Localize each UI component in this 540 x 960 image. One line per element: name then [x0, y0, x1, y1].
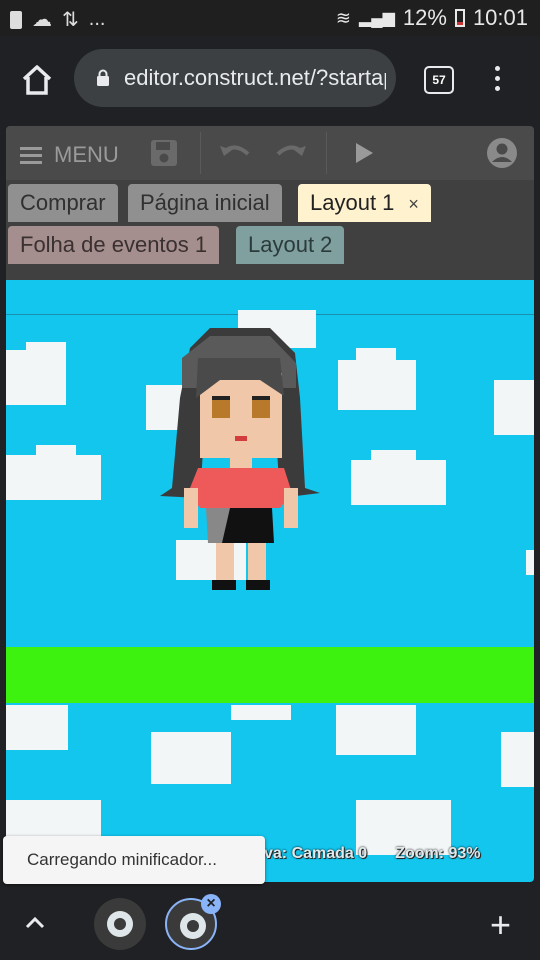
more-options-icon[interactable]: [492, 66, 502, 96]
tab-switcher-button[interactable]: 57: [424, 66, 454, 94]
character-sprite[interactable]: [160, 318, 320, 598]
cloud-icon: ☁: [32, 9, 52, 31]
toolbar-separator: [200, 132, 201, 174]
undo-icon[interactable]: [218, 140, 252, 166]
tab-comprar[interactable]: Comprar: [8, 184, 118, 222]
hotspot-icon: ⇅: [62, 9, 79, 31]
editor-toolbar: MENU: [6, 126, 534, 180]
construct-logo-icon: [180, 913, 206, 939]
close-tab-icon[interactable]: ×: [408, 194, 419, 214]
layout-canvas[interactable]: va: Camada 0 Zoom: 93%: [6, 280, 534, 882]
home-icon[interactable]: [20, 63, 54, 97]
layout-status-text: va: Camada 0 Zoom: 93%: [264, 845, 481, 863]
redo-icon[interactable]: [274, 140, 308, 166]
hamburger-icon: [20, 143, 42, 168]
signal-icon: ▂▄▆: [358, 10, 395, 27]
play-icon[interactable]: [352, 140, 376, 166]
address-bar[interactable]: editor.construct.net/?startapp: [74, 49, 396, 107]
construct-logo-icon: [107, 911, 133, 937]
url-text: editor.construct.net/?startapp: [124, 65, 386, 90]
document-tabs: Comprar Página inicial Layout 1 × Folha d…: [6, 180, 534, 268]
tab-strip: × +: [0, 890, 540, 960]
tab-layout-1[interactable]: Layout 1 ×: [298, 184, 431, 222]
clock: 10:01: [472, 5, 528, 30]
more-notifications: ...: [88, 8, 106, 30]
battery-percent: 12%: [402, 5, 447, 30]
tab-layout-2[interactable]: Layout 2: [236, 226, 345, 264]
status-bar: ☁ ⇅ ... ≋ ▂▄▆ 12% 10:01: [0, 0, 540, 36]
tab-thumbnail[interactable]: [94, 898, 146, 950]
alert-icon: [10, 10, 22, 29]
toolbar-separator: [326, 132, 327, 174]
new-tab-icon[interactable]: +: [490, 904, 511, 946]
menu-button[interactable]: MENU: [20, 142, 119, 168]
tab-pagina-inicial[interactable]: Página inicial: [128, 184, 282, 222]
active-layer-label: va: Camada 0: [264, 845, 368, 862]
chevron-up-icon[interactable]: [24, 912, 46, 934]
loading-toast: Carregando minificador...: [3, 836, 265, 884]
save-icon[interactable]: [149, 138, 179, 168]
tab-thumbnail-selected[interactable]: ×: [165, 894, 221, 950]
browser-toolbar: editor.construct.net/?startapp 57: [0, 36, 540, 122]
menu-label: MENU: [54, 142, 119, 167]
construct-editor: MENU Comprar Página inicial Layout 1 × F…: [6, 126, 534, 882]
account-icon[interactable]: [486, 137, 518, 169]
lock-icon: [97, 69, 109, 86]
ground-platform[interactable]: [6, 647, 534, 703]
tab-folha-de-eventos-1[interactable]: Folha de eventos 1: [8, 226, 220, 264]
close-icon[interactable]: ×: [201, 894, 221, 914]
zoom-label: Zoom: 93%: [395, 845, 481, 862]
wifi-icon: ≋: [335, 7, 351, 28]
tab-label: Layout 1: [310, 190, 395, 215]
battery-icon: [454, 9, 465, 27]
